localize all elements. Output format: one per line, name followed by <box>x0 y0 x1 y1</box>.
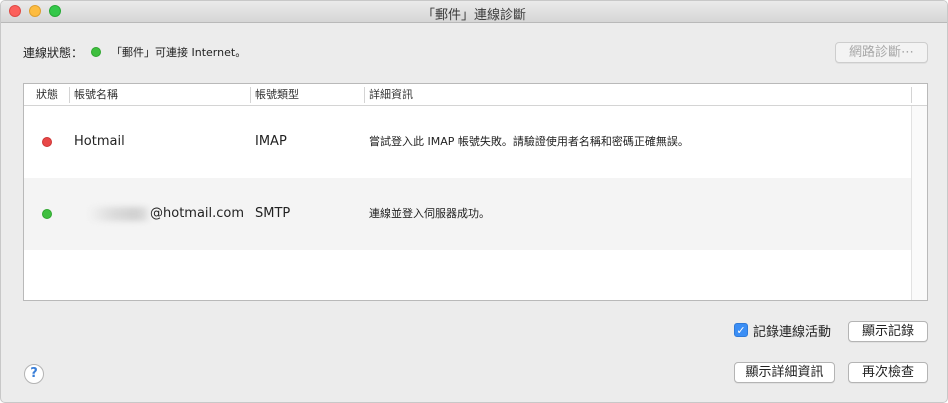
table-header: 狀態 帳號名稱 帳號類型 詳細資訊 <box>24 84 927 106</box>
status-indicator <box>91 47 102 57</box>
account-name: @hotmail.com <box>150 206 245 221</box>
table-row[interactable]: Hotmail IMAP 嘗試登入此 IMAP 帳號失敗。請驗證使用者名稱和密碼… <box>24 106 912 178</box>
status-indicator <box>42 209 52 219</box>
column-header-type[interactable]: 帳號類型 <box>251 84 299 106</box>
log-activity-checkbox[interactable]: ✓ <box>734 323 748 337</box>
table-row[interactable]: @hotmail.com SMTP 連線並登入伺服器成功。 <box>24 178 912 250</box>
column-header-status[interactable]: 狀態 <box>32 84 58 106</box>
account-type: SMTP <box>255 206 291 221</box>
account-name: Hotmail <box>74 134 125 149</box>
status-text: 「郵件」可連接 Internet。 <box>111 46 247 59</box>
window-title: 「郵件」連線診斷 <box>421 8 526 23</box>
log-activity-option[interactable]: ✓ 記錄連線活動 <box>734 321 831 340</box>
connection-doctor-window: 「郵件」連線診斷 連線狀態： 「郵件」可連接 Internet。 網路診斷⋯ 狀… <box>0 0 948 403</box>
redacted-username <box>88 206 148 221</box>
show-details-button[interactable]: 顯示詳細資訊 <box>734 362 835 383</box>
status-label: 連線狀態： <box>23 45 84 60</box>
column-divider <box>911 87 912 103</box>
connection-status: 連線狀態： 「郵件」可連接 Internet。 <box>23 44 246 60</box>
account-name-cell: @hotmail.com <box>88 178 244 250</box>
check-again-button[interactable]: 再次檢查 <box>848 362 928 383</box>
accounts-table: 狀態 帳號名稱 帳號類型 詳細資訊 Hotmail IMAP 嘗試登入此 IMA… <box>23 83 928 301</box>
column-header-detail[interactable]: 詳細資訊 <box>365 84 413 106</box>
title-bar: 「郵件」連線診斷 <box>1 1 947 23</box>
account-detail: 連線並登入伺服器成功。 <box>369 207 490 220</box>
account-detail: 嘗試登入此 IMAP 帳號失敗。請驗證使用者名稱和密碼正確無誤。 <box>369 135 689 148</box>
scrollbar-track[interactable] <box>911 106 927 300</box>
table-body: Hotmail IMAP 嘗試登入此 IMAP 帳號失敗。請驗證使用者名稱和密碼… <box>24 106 912 300</box>
account-type: IMAP <box>255 134 287 149</box>
log-activity-label[interactable]: 記錄連線活動 <box>753 321 831 340</box>
status-indicator <box>42 137 52 147</box>
show-log-button[interactable]: 顯示記錄 <box>848 321 928 342</box>
help-icon[interactable]: ? <box>24 364 44 384</box>
network-diagnostics-button[interactable]: 網路診斷⋯ <box>835 42 928 63</box>
column-header-account[interactable]: 帳號名稱 <box>70 84 118 106</box>
